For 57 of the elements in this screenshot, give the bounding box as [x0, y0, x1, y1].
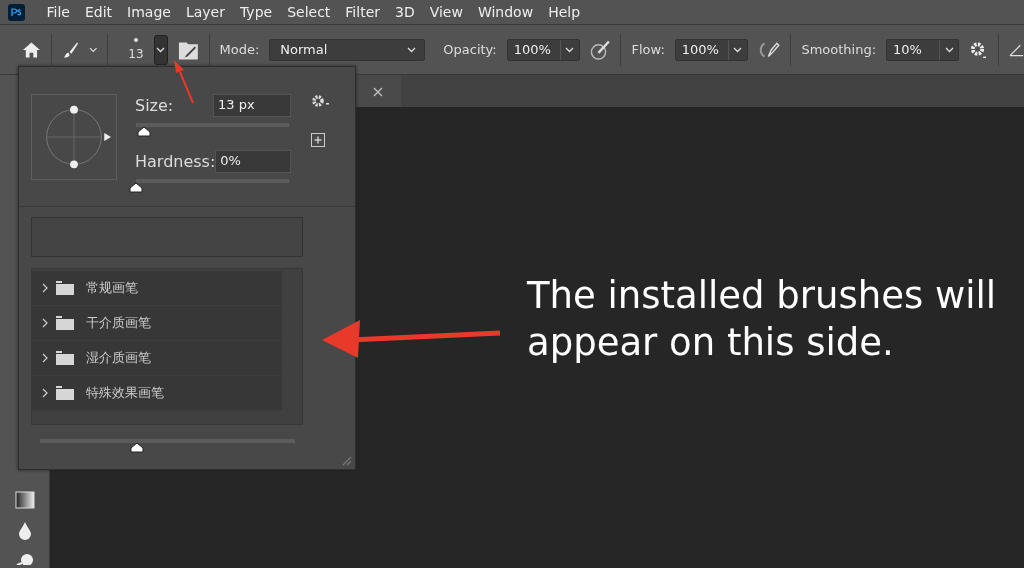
menu-item[interactable]: File: [39, 4, 78, 20]
flow-label: Flow:: [631, 42, 665, 57]
menu-item[interactable]: Image: [119, 4, 179, 20]
resize-grip-icon[interactable]: [340, 454, 352, 466]
mode-dropdown[interactable]: Normal: [269, 38, 426, 61]
opacity-field[interactable]: 100%: [506, 38, 580, 61]
folder-item[interactable]: 干介质画笔: [32, 306, 282, 341]
menu-item[interactable]: 3D: [387, 4, 423, 20]
menu-item[interactable]: Filter: [337, 4, 388, 20]
chevron-icon[interactable]: [42, 318, 48, 328]
brush-size-label: 13: [128, 47, 144, 61]
folder-icon: [56, 386, 74, 400]
menu-item[interactable]: Window: [470, 4, 541, 20]
menu-item[interactable]: View: [422, 4, 471, 20]
caret-icon: [88, 46, 98, 53]
slider-thumb[interactable]: [129, 182, 143, 193]
menu-item[interactable]: Type: [232, 4, 280, 20]
brush-tip-icon: [133, 38, 138, 42]
arrow-drawing: [174, 60, 194, 104]
angle-icon[interactable]: [1008, 42, 1024, 57]
folder-icon: [56, 351, 74, 365]
folder-icon: [56, 281, 74, 295]
chevron-icon[interactable]: [42, 388, 48, 398]
folder-item[interactable]: 湿介质画笔: [32, 341, 282, 376]
chevron-icon[interactable]: [42, 283, 48, 293]
hardness-field[interactable]: 0%: [215, 150, 291, 173]
drop-icon[interactable]: [16, 521, 33, 541]
folder-item[interactable]: 特殊效果画笔: [32, 376, 282, 411]
folder-item[interactable]: 常规画笔: [32, 271, 282, 306]
brush-picker-button[interactable]: [153, 34, 168, 65]
size-field[interactable]: 13 px: [213, 94, 291, 117]
caret-icon: [944, 46, 954, 53]
pressure-opacity-icon[interactable]: [589, 38, 611, 61]
caret-icon: [407, 46, 417, 53]
smoothing-label: Smoothing:: [801, 42, 877, 57]
size-label: Size:: [135, 96, 174, 115]
annotation-text: The installed brushes will appear on this side.: [527, 273, 998, 366]
home-icon[interactable]: [22, 40, 41, 59]
smoothing-field[interactable]: 10%: [886, 38, 960, 61]
opacity-label: Opacity:: [443, 42, 497, 57]
new-preset-icon[interactable]: [311, 133, 325, 147]
tab-close-button[interactable]: ×: [355, 75, 401, 107]
menu-item[interactable]: Help: [540, 4, 588, 20]
caret-icon: [733, 46, 743, 53]
hardness-label: Hardness:: [135, 152, 216, 171]
flow-field[interactable]: 100%: [674, 38, 748, 61]
settings-icon[interactable]: [311, 94, 331, 108]
menu-item[interactable]: Edit: [77, 4, 120, 20]
menu-item[interactable]: Select: [279, 4, 338, 20]
app-logo-icon: [8, 3, 25, 21]
caret-icon: [565, 46, 575, 53]
chevron-icon[interactable]: [42, 353, 48, 363]
folder-icon: [56, 316, 74, 330]
caret-icon: [156, 46, 166, 53]
mode-label: Mode:: [219, 42, 260, 57]
gradient-tool-icon[interactable]: [14, 491, 35, 509]
menu-item[interactable]: Layer: [178, 4, 233, 20]
